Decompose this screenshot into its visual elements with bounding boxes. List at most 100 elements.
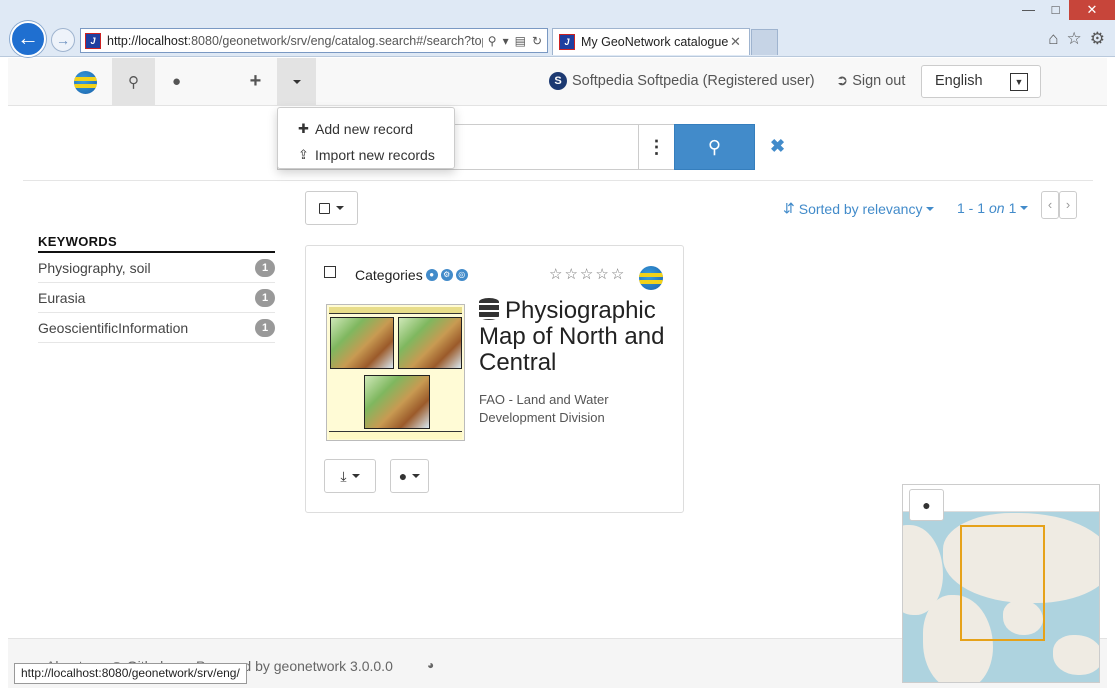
address-search-icon[interactable]: ⚲ bbox=[488, 34, 497, 48]
record-thumbnail[interactable] bbox=[326, 304, 465, 441]
globe-map-button[interactable]: ● bbox=[909, 489, 944, 521]
user-name: Softpedia Softpedia (Registered user) bbox=[572, 73, 815, 89]
select-all-button[interactable] bbox=[305, 191, 358, 225]
address-host: http://localhost bbox=[107, 33, 188, 48]
thumbnail-map-panel bbox=[330, 317, 394, 369]
pager-total: 1 bbox=[1008, 200, 1017, 216]
close-window-button[interactable]: ✕ bbox=[1069, 0, 1115, 20]
import-records-label: Import new records bbox=[315, 147, 435, 163]
facet-label: GeoscientificInformation bbox=[38, 319, 189, 336]
record-title-link[interactable]: Physiographic Map of North and Central bbox=[479, 298, 675, 376]
advanced-search-button[interactable]: ⋮ bbox=[638, 124, 675, 170]
keywords-facet: KEYWORDS Physiography, soil 1 Eurasia 1 … bbox=[38, 234, 275, 343]
facet-count-badge: 1 bbox=[255, 288, 275, 307]
select-arrow-icon: ▼ bbox=[1010, 73, 1028, 91]
tab-title: My GeoNetwork catalogue ... bbox=[581, 35, 730, 49]
site-favicon-icon: J bbox=[85, 32, 101, 49]
settings-gear-icon[interactable]: ⚙ bbox=[1090, 29, 1105, 49]
globe-icon: ● bbox=[171, 73, 182, 90]
import-records-item[interactable]: ⇪ Import new records bbox=[278, 142, 454, 168]
star-icon[interactable]: ☆ bbox=[549, 266, 564, 283]
back-button[interactable]: ← bbox=[10, 21, 46, 57]
star-icon[interactable]: ☆ bbox=[580, 266, 595, 283]
checkbox-icon bbox=[319, 202, 330, 214]
language-select[interactable]: English ▼ bbox=[921, 65, 1041, 98]
facet-title: KEYWORDS bbox=[38, 234, 275, 253]
mini-map[interactable]: ● bbox=[902, 484, 1100, 683]
pagination-dropdown[interactable]: 1 - 1 on 1 bbox=[957, 200, 1029, 216]
pager-range: 1 - 1 bbox=[957, 200, 986, 216]
upload-icon: ⇪ bbox=[298, 147, 309, 162]
facet-label: Physiography, soil bbox=[38, 259, 151, 276]
new-tab-button[interactable] bbox=[751, 29, 778, 55]
status-bar-url: http://localhost:8080/geonetwork/srv/eng… bbox=[14, 663, 247, 684]
address-dropdown-icon[interactable]: ▾ bbox=[503, 34, 509, 48]
add-menu-toggle[interactable] bbox=[277, 58, 316, 105]
globe-category-icon[interactable]: ● bbox=[425, 269, 438, 281]
add-record-dropdown: ✚ Add new record ⇪ Import new records bbox=[277, 107, 455, 169]
language-value: English bbox=[935, 73, 983, 89]
address-path: :8080/geonetwork/srv/eng/catalog.search#… bbox=[187, 33, 483, 48]
user-menu[interactable]: S Softpedia Softpedia (Registered user) bbox=[549, 72, 815, 90]
record-select-checkbox[interactable] bbox=[324, 266, 336, 278]
search-icon: ⚲ bbox=[128, 73, 139, 91]
home-icon[interactable]: ⌂ bbox=[1048, 29, 1058, 49]
compat-view-icon[interactable]: ▤ bbox=[515, 34, 526, 48]
thumbnail-map-panel bbox=[398, 317, 462, 369]
sort-dropdown[interactable]: ⇵ Sorted by relevancy bbox=[783, 200, 935, 217]
favorites-star-icon[interactable]: ☆ bbox=[1067, 29, 1082, 49]
globe-icon: ● bbox=[922, 497, 931, 513]
gear-category-icon[interactable]: ⚙ bbox=[440, 269, 453, 281]
facet-item[interactable]: GeoscientificInformation 1 bbox=[38, 313, 275, 343]
clear-search-icon[interactable]: ✖ bbox=[770, 136, 785, 157]
facet-label: Eurasia bbox=[38, 289, 86, 306]
thumbnail-header-strip bbox=[329, 307, 462, 314]
maximize-button[interactable]: □ bbox=[1042, 0, 1069, 20]
divider bbox=[23, 180, 1093, 181]
sort-label: Sorted by relevancy bbox=[798, 200, 923, 217]
database-icon bbox=[479, 298, 499, 320]
record-organisation: FAO - Land and Water Development Divisio… bbox=[479, 392, 609, 425]
address-url[interactable]: http://localhost:8080/geonetwork/srv/eng… bbox=[107, 34, 483, 48]
map-actions-button[interactable]: ● bbox=[390, 459, 429, 493]
add-new-record-item[interactable]: ✚ Add new record bbox=[278, 116, 454, 142]
add-record-nav-button[interactable]: + bbox=[234, 58, 277, 105]
forward-button[interactable]: → bbox=[51, 28, 75, 52]
pager-on: on bbox=[989, 200, 1005, 216]
search-nav-button[interactable]: ⚲ bbox=[112, 58, 155, 105]
chevron-down-icon bbox=[1020, 206, 1029, 210]
star-icon[interactable]: ☆ bbox=[595, 266, 610, 283]
chevron-down-icon bbox=[351, 474, 360, 478]
next-page-button[interactable]: › bbox=[1059, 191, 1077, 219]
map-landmass bbox=[1053, 635, 1099, 675]
download-button[interactable]: ⤓ bbox=[324, 459, 376, 493]
tab-close-icon[interactable]: ✕ bbox=[730, 34, 744, 50]
plus-icon: ✚ bbox=[298, 121, 309, 136]
rss-icon[interactable]: ◕ bbox=[427, 658, 434, 672]
chevron-down-icon bbox=[292, 79, 301, 84]
sign-out-link[interactable]: ➲ Sign out bbox=[836, 73, 905, 89]
geonetwork-logo-icon[interactable] bbox=[74, 71, 97, 94]
chevron-down-icon bbox=[336, 206, 344, 210]
browser-tab[interactable]: J My GeoNetwork catalogue ... ✕ bbox=[552, 28, 750, 55]
minimize-button[interactable]: — bbox=[1015, 0, 1042, 20]
address-bar[interactable]: J http://localhost:8080/geonetwork/srv/e… bbox=[80, 28, 548, 53]
prev-page-button[interactable]: ‹ bbox=[1041, 191, 1059, 219]
categories: Categories ● ⚙ ◎ bbox=[355, 267, 468, 283]
star-icon[interactable]: ☆ bbox=[564, 266, 579, 283]
facet-item[interactable]: Eurasia 1 bbox=[38, 283, 275, 313]
map-nav-button[interactable]: ● bbox=[155, 58, 198, 105]
sign-out-label: Sign out bbox=[852, 73, 906, 89]
rating-stars[interactable]: ☆☆☆☆☆ bbox=[549, 265, 626, 283]
facet-item[interactable]: Physiography, soil 1 bbox=[38, 253, 275, 283]
plus-icon: + bbox=[249, 70, 262, 92]
star-icon[interactable]: ☆ bbox=[611, 266, 626, 283]
target-category-icon[interactable]: ◎ bbox=[455, 269, 468, 281]
search-button[interactable]: ⚲ bbox=[674, 124, 755, 170]
refresh-icon[interactable]: ↻ bbox=[532, 34, 542, 48]
chevron-down-icon bbox=[926, 206, 935, 211]
user-avatar: S bbox=[549, 72, 567, 90]
catalog-logo-icon bbox=[639, 266, 663, 290]
extent-bounding-box bbox=[960, 525, 1045, 641]
search-icon: ⚲ bbox=[707, 137, 722, 157]
